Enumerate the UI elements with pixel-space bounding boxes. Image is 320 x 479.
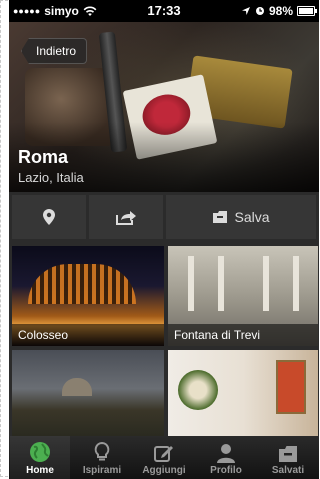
tab-label: Aggiungi	[142, 465, 186, 476]
tab-label: Salvati	[271, 465, 305, 476]
city-title: Roma	[18, 147, 69, 167]
place-label: Colosseo	[12, 324, 164, 346]
location-arrow-icon	[241, 7, 250, 15]
app-screen: ●●●●● simyo 17:33 98% Indietro Roma Lazi…	[9, 0, 319, 479]
tab-bar: Home Ispirami Aggiungi Profilo Salvati	[9, 436, 319, 479]
tab-ispirami[interactable]: Ispirami	[72, 436, 132, 479]
folder-icon	[279, 446, 297, 462]
tab-label: Profilo	[210, 465, 242, 476]
save-button[interactable]: Salva	[166, 195, 316, 239]
place-tile-castel[interactable]	[12, 350, 164, 436]
fountain-column	[218, 256, 224, 311]
tab-home[interactable]: Home	[10, 436, 70, 479]
edit-icon	[154, 446, 173, 462]
action-bar: Salva	[9, 192, 319, 242]
city-region: Lazio, Italia	[18, 170, 84, 185]
battery-icon	[297, 6, 317, 16]
battery-fill	[299, 8, 313, 14]
tab-profilo[interactable]: Profilo	[196, 436, 256, 479]
place-tile-colosseo[interactable]: Colosseo	[12, 246, 164, 346]
location-button[interactable]	[12, 195, 86, 239]
fountain-column	[293, 256, 299, 311]
person-icon	[217, 444, 235, 463]
battery-percent: 98%	[268, 4, 293, 18]
flowers-image	[178, 370, 218, 410]
tab-label: Home	[26, 465, 54, 476]
globe-icon	[30, 442, 50, 462]
place-tile-interior[interactable]	[168, 350, 318, 436]
back-button[interactable]: Indietro	[21, 38, 88, 64]
folder-save-icon	[213, 211, 228, 223]
castel-image	[62, 378, 92, 396]
place-tile-fontana-di-trevi[interactable]: Fontana di Trevi	[168, 246, 318, 346]
status-right: 98%	[241, 4, 317, 18]
painting-image	[276, 360, 306, 414]
tab-label: Ispirami	[82, 465, 122, 476]
lightbulb-icon	[94, 441, 110, 461]
place-label: Fontana di Trevi	[168, 324, 318, 346]
status-bar: ●●●●● simyo 17:33 98%	[9, 0, 319, 22]
fountain-column	[263, 256, 269, 311]
map-pin-icon	[43, 209, 55, 225]
alarm-icon	[255, 7, 264, 15]
tab-aggiungi[interactable]: Aggiungi	[134, 436, 194, 479]
colosseum-image	[28, 264, 136, 304]
share-button[interactable]	[89, 195, 163, 239]
share-icon	[116, 211, 136, 225]
city-hero-image: Indietro Roma Lazio, Italia	[9, 22, 319, 192]
tab-salvati[interactable]: Salvati	[258, 436, 318, 479]
save-label: Salva	[234, 209, 270, 225]
places-grid: Colosseo Fontana di Trevi	[9, 244, 319, 436]
fountain-column	[188, 256, 194, 311]
